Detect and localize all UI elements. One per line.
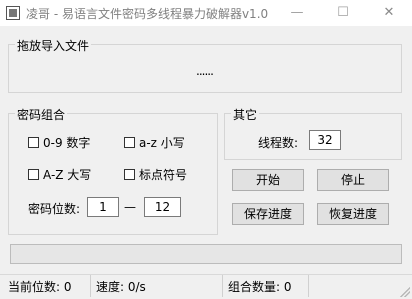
lowercase-checkbox-box[interactable] <box>124 137 135 148</box>
import-group-title: 拖放导入文件 <box>15 37 92 54</box>
uppercase-checkbox[interactable]: A-Z 大写 <box>28 166 91 183</box>
status-separator <box>90 275 91 297</box>
resize-grip[interactable] <box>400 287 410 297</box>
status-separator <box>308 275 309 297</box>
start-button[interactable]: 开始 <box>232 169 304 191</box>
status-current-length: 当前位数: 0 <box>8 280 72 294</box>
uppercase-checkbox-label: A-Z 大写 <box>43 168 92 182</box>
stop-button[interactable]: 停止 <box>317 169 389 191</box>
other-group-title: 其它 <box>231 106 260 123</box>
uppercase-checkbox-box[interactable] <box>28 169 39 180</box>
progress-bar <box>10 244 402 264</box>
status-separator <box>222 275 223 297</box>
title-bar[interactable]: 凌哥 - 易语言文件密码多线程暴力破解器v1.0 — ☐ ✕ <box>0 0 412 26</box>
lowercase-checkbox[interactable]: a-z 小写 <box>124 134 185 151</box>
thread-count-label: 线程数: <box>258 136 299 150</box>
status-speed: 速度: 0/s <box>96 280 146 294</box>
combo-group-title: 密码组合 <box>15 106 68 123</box>
lowercase-checkbox-label: a-z 小写 <box>139 136 185 150</box>
status-combinations: 组合数量: 0 <box>228 280 292 294</box>
save-progress-button[interactable]: 保存进度 <box>232 203 304 225</box>
thread-count-input[interactable]: 32 <box>309 130 341 150</box>
length-range-dash: — <box>124 200 136 214</box>
window-title: 凌哥 - 易语言文件密码多线程暴力破解器v1.0 <box>26 7 269 21</box>
restore-progress-button[interactable]: 恢复进度 <box>317 203 389 225</box>
symbols-checkbox-box[interactable] <box>124 169 135 180</box>
maximize-button[interactable]: ☐ <box>320 0 366 26</box>
password-length-label: 密码位数: <box>28 202 81 216</box>
close-button[interactable]: ✕ <box>366 0 412 26</box>
minimize-button[interactable]: — <box>274 0 320 26</box>
password-length-max-input[interactable]: 12 <box>144 197 181 217</box>
password-length-min-input[interactable]: 1 <box>87 197 119 217</box>
symbols-checkbox[interactable]: 标点符号 <box>124 166 187 183</box>
digits-checkbox-label: 0-9 数字 <box>43 136 91 150</box>
symbols-checkbox-label: 标点符号 <box>139 168 188 182</box>
app-icon <box>6 6 20 20</box>
digits-checkbox[interactable]: 0-9 数字 <box>28 134 90 151</box>
main-window: 凌哥 - 易语言文件密码多线程暴力破解器v1.0 — ☐ ✕ 拖放导入文件 ..… <box>0 0 412 299</box>
digits-checkbox-box[interactable] <box>28 137 39 148</box>
import-file-placeholder: ...... <box>196 64 214 78</box>
status-bar: 当前位数: 0 速度: 0/s 组合数量: 0 <box>0 274 412 299</box>
